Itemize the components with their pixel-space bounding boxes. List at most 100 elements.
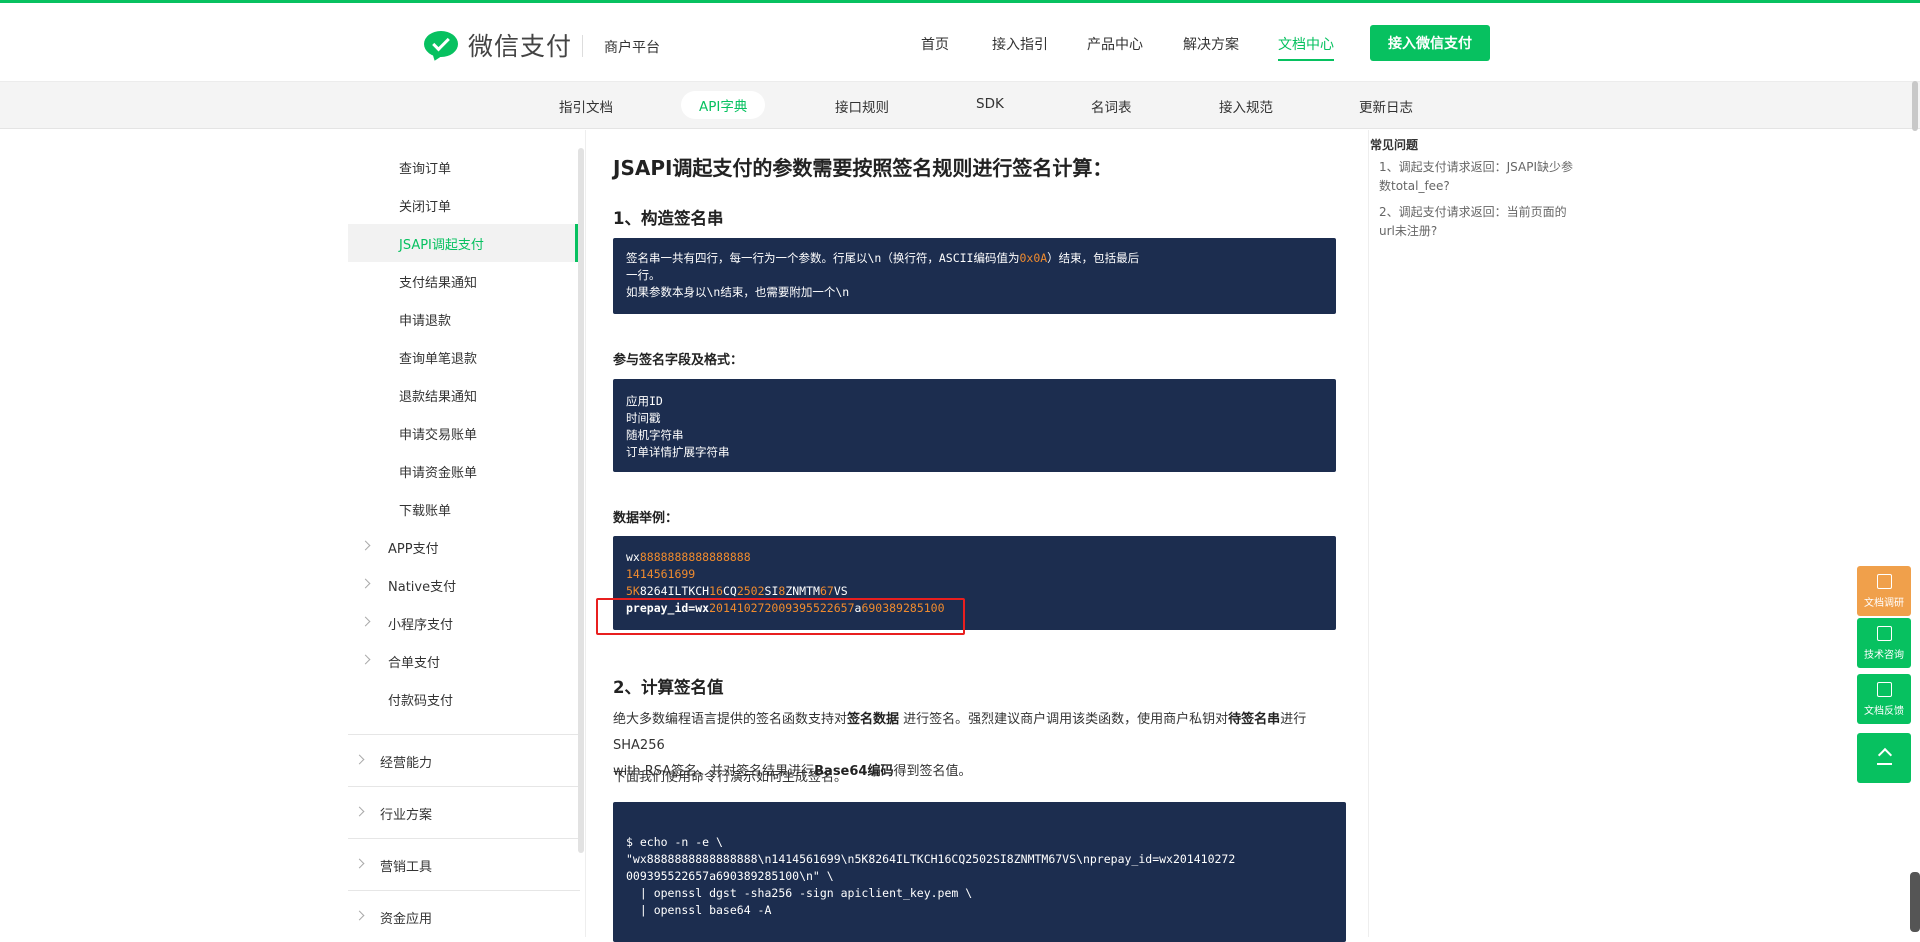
code-line: wx <box>626 550 640 564</box>
sidebar-item-close-order[interactable]: 关闭订单 <box>348 186 578 224</box>
code-line: 时间戳 <box>626 411 661 425</box>
right-column-border <box>1368 130 1369 937</box>
doc-feedback-button[interactable]: 文档反馈 <box>1857 674 1911 724</box>
fields-code-block: 应用ID 时间戳 随机字符串 订单详情扩展字符串 <box>613 379 1336 472</box>
text-bold: 待签名串 <box>1228 712 1281 727</box>
code-line: 应用ID <box>626 394 663 408</box>
sidebar-item-payment-notify[interactable]: 支付结果通知 <box>348 262 578 300</box>
page-scrollbar[interactable] <box>1912 81 1918 131</box>
sidebar-item-query-order[interactable]: 查询订单 <box>348 148 578 186</box>
edge-scroll-thumb[interactable] <box>1910 872 1920 932</box>
subnav-api-rules[interactable]: 接口规则 <box>835 96 889 116</box>
sidebar-item-label: JSAPI调起支付 <box>399 237 484 253</box>
example-label: 数据举例： <box>613 511 679 526</box>
feedback-icon <box>1876 681 1892 697</box>
faq-item-2[interactable]: 2、调起支付请求返回：当前页面的url未注册? <box>1379 203 1579 241</box>
code-line: "wx8888888888888888\n1414561699\n5K8264I… <box>626 852 1236 866</box>
sidebar-item-label: 申请交易账单 <box>399 427 478 443</box>
api-sidebar: 查询订单 关闭订单 JSAPI调起支付 支付结果通知 申请退款 查询单笔退款 退… <box>348 148 580 937</box>
chevron-right-icon <box>360 540 371 551</box>
sidebar-item-label: 合单支付 <box>388 655 441 671</box>
step1-heading: 1、构造签名串 <box>613 209 724 228</box>
cli-intro-paragraph: 下面我们使用命令行演示如何生成签名。 <box>613 770 848 785</box>
nav-docs[interactable]: 文档中心 <box>1278 34 1334 61</box>
tech-consult-button[interactable]: 技术咨询 <box>1857 618 1911 668</box>
back-to-top-icon <box>1876 748 1892 765</box>
sign-string-code-block: 签名串一共有四行，每一行为一个参数。行尾以\n（换行符，ASCII编码值为0x0… <box>613 238 1336 314</box>
nav-access-guide[interactable]: 接入指引 <box>992 34 1048 54</box>
sidebar-item-label: 营销工具 <box>380 859 433 875</box>
text-bold: 签名数据 <box>847 712 900 727</box>
sidebar-section-funds[interactable]: 资金应用 <box>348 898 578 936</box>
sidebar-section-industry[interactable]: 行业方案 <box>348 794 578 832</box>
tool-label: 文档调研 <box>1864 597 1904 609</box>
sidebar-section-business[interactable]: 经营能力 <box>348 742 578 780</box>
subnav-sdk[interactable]: SDK <box>976 96 1004 112</box>
sidebar-item-label: 关闭订单 <box>399 199 452 215</box>
code-line: | openssl dgst -sha256 -sign apiclient_k… <box>626 886 973 900</box>
back-to-top-button[interactable] <box>1857 733 1911 783</box>
chevron-right-icon <box>354 806 365 817</box>
code-line: 如果参数本身以\n结束，也需要附加一个\n <box>626 285 850 299</box>
sidebar-group-barcode-pay[interactable]: 付款码支付 <box>348 680 578 718</box>
faq-item-1[interactable]: 1、调起支付请求返回：JSAPI缺少参数total_fee? <box>1379 158 1579 196</box>
subnav-glossary[interactable]: 名词表 <box>1091 96 1132 116</box>
sidebar-section-marketing[interactable]: 营销工具 <box>348 846 578 884</box>
sidebar-item-label: 资金应用 <box>380 911 433 927</box>
sidebar-item-refund-notify[interactable]: 退款结果通知 <box>348 376 578 414</box>
sidebar-item-label: 经营能力 <box>380 755 433 771</box>
sidebar-item-jsapi-invoke[interactable]: JSAPI调起支付 <box>348 224 578 262</box>
sidebar-item-label: 退款结果通知 <box>399 389 478 405</box>
chevron-right-icon <box>354 754 365 765</box>
faq-title: 常见问题 <box>1370 138 1419 152</box>
code-line: 订单详情扩展字符串 <box>626 445 730 459</box>
sidebar-scrollbar[interactable] <box>578 148 584 853</box>
subnav-access-spec[interactable]: 接入规范 <box>1219 96 1273 116</box>
subnav-api-dictionary[interactable]: API字典 <box>681 91 766 119</box>
code-highlight: 2502 <box>736 584 765 598</box>
nav-products[interactable]: 产品中心 <box>1087 34 1143 54</box>
highlight-annotation-box <box>596 598 965 635</box>
sidebar-group-combined-pay[interactable]: 合单支付 <box>348 642 578 680</box>
code-text: ILTKCH <box>667 584 710 598</box>
text: 进行签名。强烈建议商户调用该类函数，使用商户私钥对 <box>899 712 1229 727</box>
subnav-changelog[interactable]: 更新日志 <box>1359 96 1413 116</box>
code-line: $ echo -n -e \ <box>626 835 723 849</box>
text: 绝大多数编程语言提供的签名函数支持对 <box>613 712 848 727</box>
nav-home[interactable]: 首页 <box>921 34 949 54</box>
chevron-right-icon <box>360 616 371 627</box>
sidebar-group-native-pay[interactable]: Native支付 <box>348 566 578 604</box>
sidebar-item-label: 支付结果通知 <box>399 275 478 291</box>
join-wechat-pay-button[interactable]: 接入微信支付 <box>1370 25 1490 61</box>
code-line: 009395522657a690389285100\n" \ <box>626 869 834 883</box>
sidebar-border <box>585 130 586 937</box>
code-highlight: 8888888888888888 <box>639 550 751 564</box>
wechat-pay-logo[interactable]: 微信支付 <box>424 27 572 63</box>
sidebar-item-query-refund[interactable]: 查询单笔退款 <box>348 338 578 376</box>
code-text: 8264 <box>639 584 668 598</box>
code-line: 5K8264ILTKCH16CQ2502SI8ZNMTM67VS <box>626 584 848 598</box>
sidebar-group-mini-program-pay[interactable]: 小程序支付 <box>348 604 578 642</box>
tool-label: 文档反馈 <box>1864 705 1904 717</box>
sidebar-item-refund[interactable]: 申请退款 <box>348 300 578 338</box>
sidebar-item-fund-bill[interactable]: 申请资金账单 <box>348 452 578 490</box>
code-highlight: 16 <box>709 584 723 598</box>
sidebar-item-label: 行业方案 <box>380 807 433 823</box>
cli-code-block: $ echo -n -e \ "wx8888888888888888\n1414… <box>613 802 1346 942</box>
survey-button[interactable]: 文档调研 <box>1857 566 1911 616</box>
doc-subnav: 指引文档 API字典 接口规则 SDK 名词表 接入规范 更新日志 <box>0 81 1920 129</box>
subnav-guide-docs[interactable]: 指引文档 <box>559 96 613 116</box>
chevron-right-icon <box>354 910 365 921</box>
edit-icon <box>1876 573 1892 589</box>
nav-solutions[interactable]: 解决方案 <box>1183 34 1239 54</box>
sidebar-item-download-bill[interactable]: 下载账单 <box>348 490 578 528</box>
site-header: 微信支付 商户平台 首页 接入指引 产品中心 解决方案 文档中心 接入微信支付 <box>0 3 1920 81</box>
sidebar-group-app-pay[interactable]: APP支付 <box>348 528 578 566</box>
sidebar-item-trade-bill[interactable]: 申请交易账单 <box>348 414 578 452</box>
code-highlight: 1414561699 <box>626 567 696 581</box>
sidebar-divider <box>348 734 580 735</box>
sidebar-item-label: 查询订单 <box>399 161 452 177</box>
code-text: CQ <box>722 584 737 598</box>
code-highlight: 5K <box>626 584 640 598</box>
code-text: VS <box>833 584 848 598</box>
